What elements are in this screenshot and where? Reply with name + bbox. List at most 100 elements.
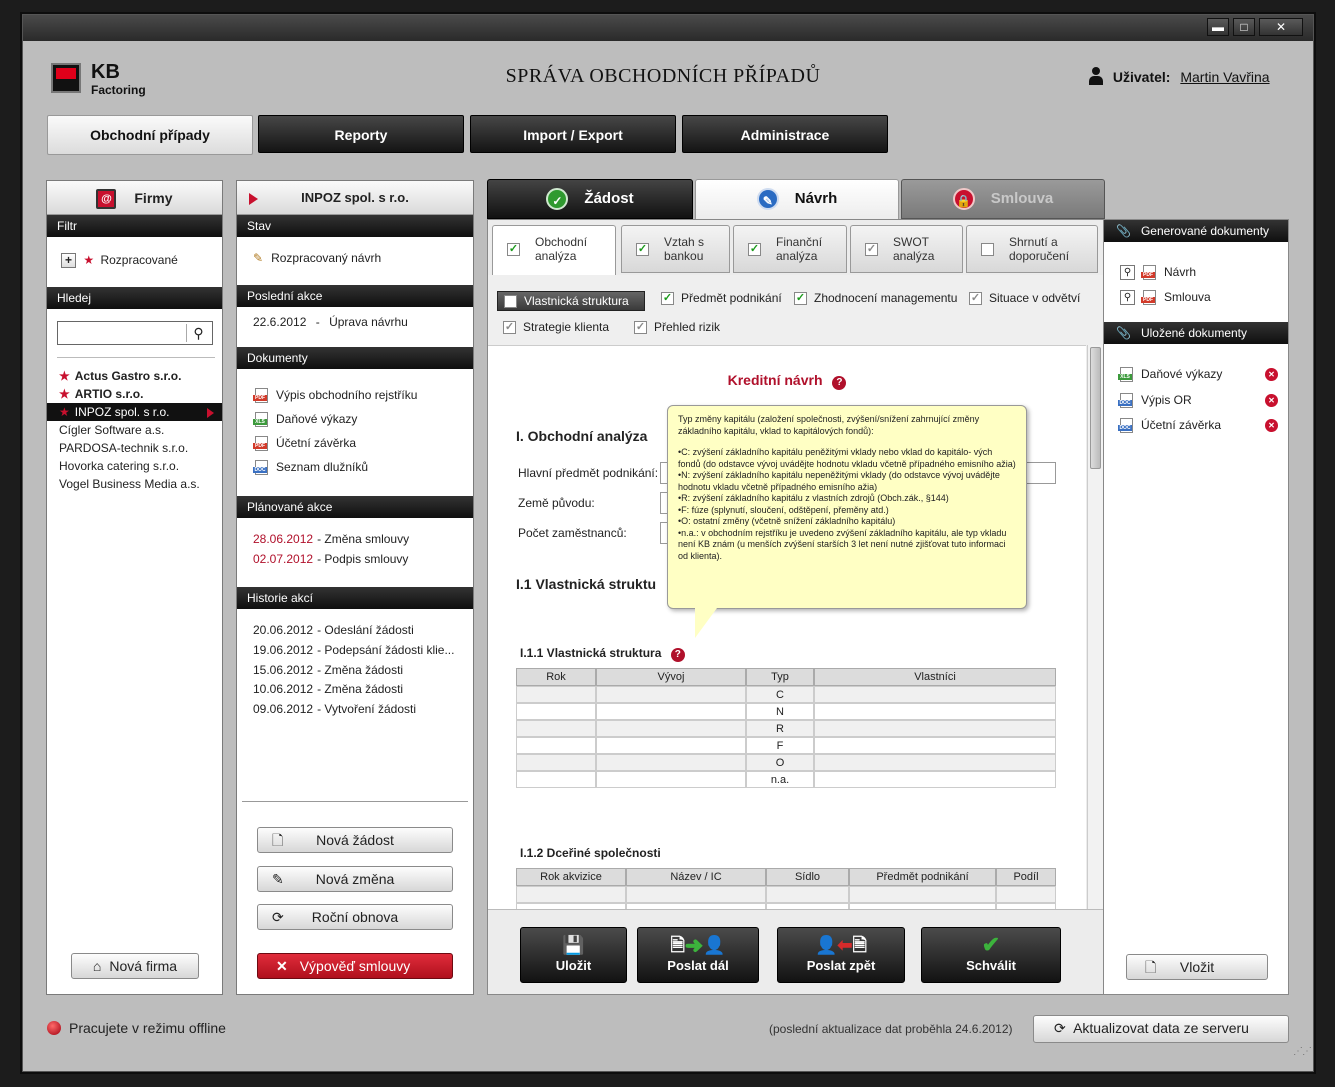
section-filter-4[interactable]: ✓ Situace v odvětví [969, 291, 1080, 309]
tab-administrace[interactable]: Administrace [682, 115, 888, 153]
table-cell[interactable] [626, 886, 766, 903]
history-item[interactable]: 09.06.2012- Vytvoření žádosti [253, 700, 469, 720]
company-item[interactable]: PARDOSA-technik s.r.o. [47, 439, 222, 457]
help-icon[interactable]: ? [670, 648, 685, 662]
checkbox-checked-icon[interactable]: ✓ [634, 321, 647, 334]
table-cell[interactable] [814, 771, 1056, 788]
form-scrollbar[interactable] [1087, 345, 1103, 909]
minimize-button[interactable]: ▬ [1207, 18, 1229, 36]
history-item[interactable]: 20.06.2012- Odeslání žádosti [253, 621, 469, 641]
subtab-5[interactable]: Shrnutí a doporučení [966, 225, 1098, 273]
user-name-link[interactable]: Martin Vavřina [1180, 69, 1269, 85]
table-cell[interactable] [516, 720, 596, 737]
history-item[interactable]: 15.06.2012- Změna žádosti [253, 661, 469, 681]
zoom-icon[interactable]: ⚲ [1120, 290, 1135, 306]
checkbox-checked-icon[interactable]: ✓ [969, 292, 982, 305]
document-item[interactable]: PDF Účetní závěrka [253, 431, 465, 455]
update-data-button[interactable]: ⟳ Aktualizovat data ze serveru [1033, 1015, 1289, 1043]
insert-button[interactable]: 🗋 Vložit [1126, 954, 1268, 980]
checkbox-checked-icon[interactable]: ✓ [636, 243, 649, 256]
section-filter-2[interactable]: ✓ Předmět podnikání [661, 291, 782, 309]
title-bar[interactable]: ▬ □ ✕ [23, 15, 1313, 41]
filter-item[interactable]: + ★ Rozpracované [61, 253, 178, 269]
document-item[interactable]: XLS Daňové výkazy [253, 407, 465, 431]
generated-doc-item[interactable]: ⚲ PDF Návrh [1120, 260, 1280, 285]
termination-button[interactable]: ✕ Výpověď smlouvy [257, 953, 453, 979]
history-item[interactable]: 10.06.2012- Změna žádosti [253, 680, 469, 700]
maximize-button[interactable]: □ [1233, 18, 1255, 36]
table-cell[interactable] [516, 886, 626, 903]
delete-icon[interactable]: ✕ [1265, 368, 1278, 381]
close-button[interactable]: ✕ [1259, 18, 1303, 36]
subtab-2[interactable]: ✓ Vztah s bankou [621, 225, 730, 273]
saved-doc-item[interactable]: XLS Daňové výkazy ✕ [1118, 362, 1280, 388]
table-cell[interactable] [516, 686, 596, 703]
search-input[interactable] [60, 324, 182, 342]
table-cell[interactable] [814, 686, 1056, 703]
planned-action-item[interactable]: 28.06.2012- Změna smlouvy [253, 529, 463, 549]
subtab-1[interactable]: ✓ Obchodní analýza [492, 225, 616, 275]
checkbox-checked-icon[interactable]: ✓ [507, 243, 520, 256]
new-firm-button[interactable]: ⌂ Nová firma [71, 953, 199, 979]
tab-navrh[interactable]: ✎ Návrh [695, 179, 899, 221]
approve-button[interactable]: ✔ Schválit [921, 927, 1061, 983]
delete-icon[interactable]: ✕ [1265, 419, 1278, 432]
table-cell[interactable] [596, 686, 746, 703]
table-cell[interactable] [766, 886, 849, 903]
table-cell[interactable] [516, 771, 596, 788]
section-filter-5[interactable]: ✓ Strategie klienta [503, 320, 609, 338]
table-cell[interactable] [814, 720, 1056, 737]
company-item[interactable]: Hovorka catering s.r.o. [47, 457, 222, 475]
send-back-button[interactable]: 👤⬅🗎 Poslat zpět [777, 927, 905, 983]
table-cell[interactable] [996, 886, 1056, 903]
checkbox-checked-icon[interactable]: ✓ [865, 243, 878, 256]
table-cell[interactable] [814, 754, 1056, 771]
table-cell[interactable] [814, 703, 1056, 720]
table-cell[interactable] [516, 737, 596, 754]
section-filter-1[interactable]: Vlastnická struktura [497, 291, 645, 311]
document-item[interactable]: PDF Výpis obchodního rejstříku [253, 383, 465, 407]
generated-doc-item[interactable]: ⚲ PDF Smlouva [1120, 285, 1280, 310]
table-cell[interactable] [596, 703, 746, 720]
table-cell[interactable] [596, 737, 746, 754]
table-cell[interactable] [849, 886, 996, 903]
annual-renewal-button[interactable]: ⟳ Roční obnova [257, 904, 453, 930]
checkbox-checked-icon[interactable]: ✓ [794, 292, 807, 305]
section-filter-6[interactable]: ✓ Přehled rizik [634, 320, 720, 338]
document-item[interactable]: DOC Seznam dlužníků [253, 455, 465, 479]
company-item[interactable]: ★ Actus Gastro s.r.o. [47, 367, 222, 385]
tab-smlouva[interactable]: 🔒 Smlouva [901, 179, 1105, 219]
search-icon[interactable]: ⚲ [186, 324, 210, 342]
tab-import-export[interactable]: Import / Export [470, 115, 676, 153]
table-cell[interactable] [516, 754, 596, 771]
subtab-3[interactable]: ✓ Finanční analýza [733, 225, 847, 273]
checkbox-empty-icon[interactable] [981, 243, 994, 256]
table-cell[interactable] [814, 737, 1056, 754]
planned-action-item[interactable]: 02.07.2012- Podpis smlouvy [253, 549, 463, 569]
delete-icon[interactable]: ✕ [1265, 393, 1278, 407]
expand-plus-icon[interactable]: + [61, 253, 76, 269]
new-change-button[interactable]: ✎ Nová změna [257, 866, 453, 892]
tab-reporty[interactable]: Reporty [258, 115, 464, 153]
table-cell[interactable] [596, 754, 746, 771]
history-item[interactable]: 19.06.2012- Podepsání žádosti klie... [253, 641, 469, 661]
checkbox-checked-icon[interactable]: ✓ [503, 321, 516, 334]
table-cell[interactable] [516, 703, 596, 720]
subtab-4[interactable]: ✓ SWOT analýza [850, 225, 963, 273]
company-item[interactable]: Cígler Software a.s. [47, 421, 222, 439]
zoom-icon[interactable]: ⚲ [1120, 265, 1135, 281]
tab-zadost[interactable]: ✓ Žádost [487, 179, 693, 219]
scrollbar-thumb[interactable] [1090, 347, 1101, 469]
send-forward-button[interactable]: 🗎➜👤 Poslat dál [637, 927, 759, 983]
checkbox-empty-icon[interactable] [504, 295, 517, 308]
help-icon[interactable]: ? [832, 376, 847, 390]
section-filter-3[interactable]: ✓ Zhodnocení managementu [794, 291, 957, 309]
company-item[interactable]: Vogel Business Media a.s. [47, 475, 222, 493]
tab-obchodni-pripady[interactable]: Obchodní případy [47, 115, 253, 155]
new-request-button[interactable]: 🗋 Nová žádost [257, 827, 453, 853]
table-cell[interactable] [596, 720, 746, 737]
save-button[interactable]: 💾 Uložit [520, 927, 627, 983]
saved-doc-item[interactable]: DOC Výpis OR ✕ [1118, 388, 1280, 414]
table-cell[interactable] [596, 771, 746, 788]
company-item[interactable]: ★ INPOZ spol. s r.o. [47, 403, 222, 421]
